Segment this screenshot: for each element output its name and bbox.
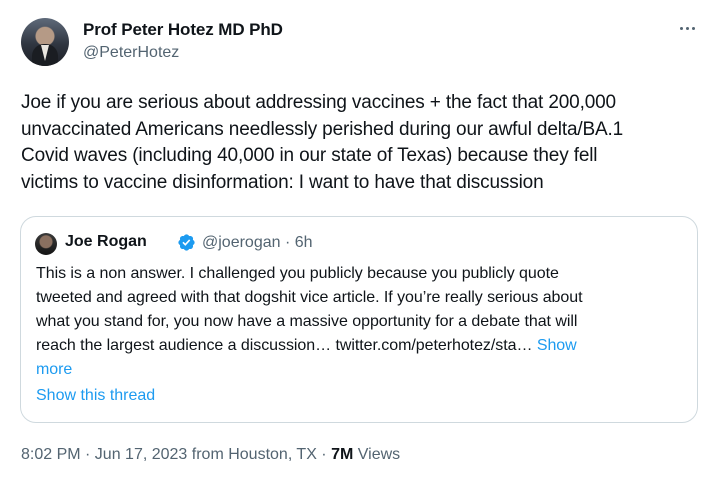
- tweet-text: Joe if you are serious about addressing …: [21, 90, 706, 196]
- author-avatar[interactable]: [21, 18, 69, 66]
- tweet-text-line: Joe if you are serious about addressing …: [21, 92, 616, 113]
- tweet-text-line: victims to vaccine disinformation: I wan…: [21, 171, 544, 193]
- author-handle[interactable]: @PeterHotez: [83, 44, 179, 62]
- tweet-meta: 8:02 PM · Jun 17, 2023 from Houston, TX …: [21, 446, 400, 464]
- quoted-text-line: what you stand for, you now have a massi…: [36, 313, 578, 330]
- quoted-author-handle-time[interactable]: @joerogan · 6h: [202, 234, 313, 252]
- quoted-tweet-text: This is a non answer. I challenged you p…: [36, 262, 691, 382]
- author-display-name[interactable]: Prof Peter Hotez MD PhD: [83, 20, 283, 40]
- quoted-text-line: tweeted and agreed with that dogshit vic…: [36, 289, 583, 306]
- views-count: 7M: [331, 446, 354, 463]
- more-options-icon[interactable]: [672, 18, 702, 38]
- timestamp-location[interactable]: 8:02 PM · Jun 17, 2023 from Houston, TX …: [21, 446, 331, 463]
- tweet-text-line: unvaccinated Americans needlessly perish…: [21, 118, 624, 140]
- tweet-text-line: Covid waves (including 40,000 in our sta…: [21, 145, 598, 166]
- quoted-author-avatar[interactable]: [35, 233, 57, 255]
- tweet: Prof Peter Hotez MD PhD @PeterHotez Joe …: [0, 0, 720, 483]
- quoted-text-line: reach the largest audience a discussion……: [36, 337, 533, 354]
- quoted-author-name[interactable]: Joe Rogan: [65, 233, 147, 251]
- show-more-link-continued[interactable]: more: [36, 358, 691, 382]
- quoted-text-line-last: reach the largest audience a discussion……: [36, 334, 691, 358]
- verified-badge-icon: [178, 234, 195, 251]
- show-this-thread-link[interactable]: Show this thread: [36, 387, 155, 405]
- show-more-link[interactable]: Show: [537, 337, 577, 354]
- quoted-tweet-card[interactable]: Joe Rogan @joerogan · 6h This is a non a…: [20, 216, 698, 423]
- quoted-text-line: This is a non answer. I challenged you p…: [36, 265, 559, 282]
- views-label: Views: [353, 446, 401, 463]
